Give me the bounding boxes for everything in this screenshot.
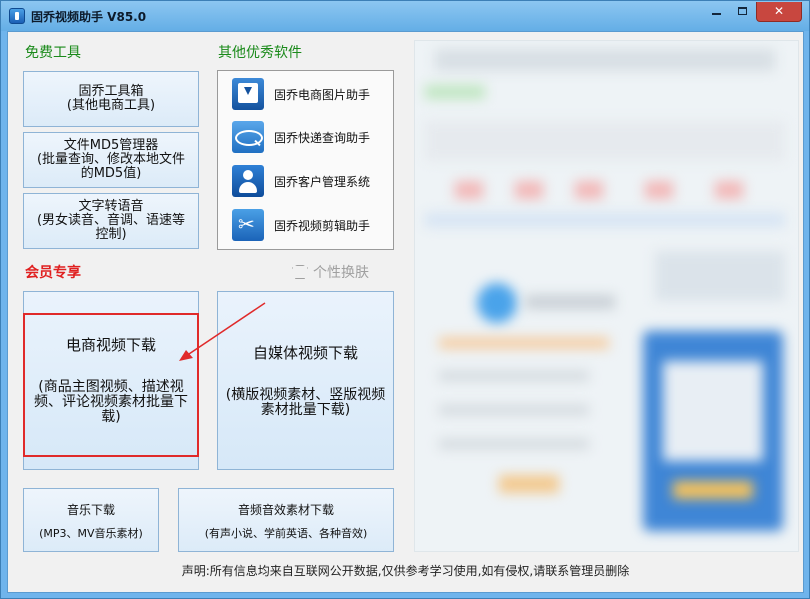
preview-blur-block (439, 405, 589, 415)
free-tools-heading: 免费工具 (25, 45, 81, 61)
preview-blur-block (425, 213, 785, 227)
tts-subtitle-2: 控制) (95, 227, 127, 242)
preview-blur-block (425, 121, 785, 161)
md5-title: 文件MD5管理器 (63, 138, 159, 153)
text-to-speech-button[interactable]: 文字转语音 (男女读音、音调、语速等 控制) (23, 193, 199, 249)
other-item-video-editor[interactable]: 固乔视频剪辑助手 (232, 208, 392, 242)
preview-blur-block (645, 181, 673, 199)
music-download-subtitle: (MP3、MV音乐素材) (39, 527, 143, 540)
minimize-icon (711, 13, 721, 15)
preview-blur-block (499, 475, 559, 493)
tts-subtitle-1: (男女读音、音调、语速等 (36, 213, 186, 228)
member-heading: 会员专享 (25, 265, 81, 281)
app-window: 固乔视频助手 V85.0 ✕ 免费工具 其他优秀软件 固乔工具箱 (其他电商工具… (0, 0, 810, 599)
other-software-list: 固乔电商图片助手 固乔快递查询助手 固乔客户管理系统 固乔视频剪辑助手 (217, 70, 394, 250)
md5-subtitle-2: 的MD5值) (80, 166, 142, 181)
tts-title: 文字转语音 (78, 199, 144, 214)
preview-blur-block (435, 49, 775, 71)
other-item-customer-manager[interactable]: 固乔客户管理系统 (232, 164, 392, 198)
footer-disclaimer: 声明:所有信息均来自互联网公开数据,仅供参考学习使用,如有侵权,请联系管理员删除 (181, 564, 630, 578)
other-item-image-helper[interactable]: 固乔电商图片助手 (232, 77, 392, 111)
preview-blur-block (515, 181, 543, 199)
app-logo-icon (9, 8, 25, 24)
title-bar[interactable]: 固乔视频助手 V85.0 ✕ (1, 1, 809, 31)
maximize-button[interactable] (730, 2, 754, 22)
other-item-label: 固乔快递查询助手 (274, 130, 371, 145)
preview-blur-block (439, 337, 609, 349)
skin-button[interactable]: 个性换肤 (292, 262, 369, 282)
music-download-title: 音乐下载 (66, 503, 115, 517)
preview-blur-block (455, 181, 483, 199)
express-search-icon (232, 121, 264, 153)
preview-blur-block (439, 439, 589, 449)
toolbox-title: 固乔工具箱 (78, 84, 144, 99)
window-title: 固乔视频助手 V85.0 (31, 10, 147, 24)
download-image-icon (232, 78, 264, 110)
maximize-icon (737, 7, 747, 15)
skin-label: 个性换肤 (313, 265, 369, 281)
preview-blur-block (477, 283, 517, 323)
customer-manager-icon (232, 165, 264, 197)
preview-blur-block (439, 371, 589, 381)
other-item-label: 固乔视频剪辑助手 (274, 218, 371, 233)
preview-blur-block (663, 361, 763, 461)
preview-blur-block (655, 251, 785, 301)
preview-blur-block (673, 481, 753, 499)
other-item-express-helper[interactable]: 固乔快递查询助手 (232, 120, 392, 154)
other-item-label: 固乔电商图片助手 (274, 87, 371, 102)
music-download-button[interactable]: 音乐下载 (MP3、MV音乐素材) (23, 488, 159, 552)
preview-blur-block (425, 85, 485, 99)
close-button[interactable]: ✕ (756, 2, 802, 22)
toolbox-button[interactable]: 固乔工具箱 (其他电商工具) (23, 71, 199, 127)
toolbox-subtitle: (其他电商工具) (66, 98, 156, 113)
audio-effects-title: 音频音效素材下载 (237, 503, 334, 517)
shirt-icon (292, 265, 308, 279)
md5-subtitle-1: (批量查询、修改本地文件 (36, 152, 186, 167)
other-item-label: 固乔客户管理系统 (274, 174, 371, 189)
scissors-icon (232, 209, 264, 241)
annotation-arrow (179, 302, 266, 361)
preview-blur-block (525, 295, 615, 309)
main-panel: 免费工具 其他优秀软件 固乔工具箱 (其他电商工具) 文件MD5管理器 (批量查… (7, 31, 804, 593)
preview-blur-block (715, 181, 743, 199)
blurred-preview-panel (414, 40, 799, 552)
minimize-button[interactable] (704, 2, 728, 22)
audio-effects-subtitle: (有声小说、学前英语、各种音效) (204, 527, 368, 540)
preview-blur-block (575, 181, 603, 199)
audio-effects-download-button[interactable]: 音频音效素材下载 (有声小说、学前英语、各种音效) (178, 488, 394, 552)
other-software-heading: 其他优秀软件 (218, 45, 302, 61)
md5-manager-button[interactable]: 文件MD5管理器 (批量查询、修改本地文件 的MD5值) (23, 132, 199, 188)
